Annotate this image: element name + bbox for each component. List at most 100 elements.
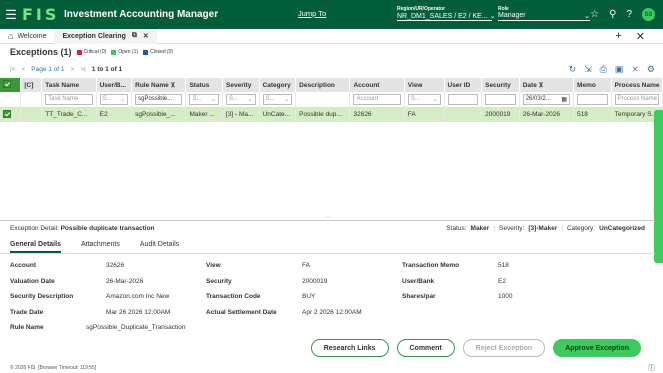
side-drawer-handle[interactable] xyxy=(654,110,663,263)
print-icon[interactable]: ⎙ xyxy=(600,64,607,75)
date-filter[interactable]: 26/03/2... ▦ xyxy=(522,93,571,105)
cell-task-name: TT_Trade_C... xyxy=(41,107,97,122)
jump-to-link[interactable]: Jump To xyxy=(298,9,326,18)
help-icon[interactable]: ? xyxy=(626,9,632,20)
memo-filter[interactable] xyxy=(577,93,608,105)
col-user-bank[interactable]: User/B... xyxy=(96,78,133,92)
col-user-id[interactable]: User ID xyxy=(444,78,483,92)
col-process-name[interactable]: Process Name xyxy=(611,78,663,92)
exceptions-header: Exceptions (1) Critical (0) Open (1) Clo… xyxy=(10,47,173,57)
col-rule-name[interactable]: Rule Name ⊻ xyxy=(131,78,187,92)
status-filter[interactable]: S... ⌄ xyxy=(189,93,220,105)
tab-audit-details[interactable]: Audit Details xyxy=(140,241,179,253)
last-page-icon[interactable]: >| xyxy=(80,66,85,73)
select-all-header[interactable] xyxy=(0,78,22,92)
category-filter[interactable]: S... ⌄ xyxy=(262,93,293,105)
hamburger-menu-icon[interactable]: ☰ xyxy=(0,7,22,23)
copyright: © 2026 FIS xyxy=(10,365,36,371)
detail-fields: Account 32626 View FA Transaction Memo 5… xyxy=(10,262,513,332)
detail-label: Exception Detail: xyxy=(10,225,59,232)
rule-name-filter[interactable]: sgPossible... xyxy=(135,93,183,105)
col-date[interactable]: Date ⊻ xyxy=(519,78,575,92)
user-bank-value: E2 xyxy=(498,277,506,285)
tab-strip: ⌂ Welcome Exception Clearing ⧉ ✕ + ✕ xyxy=(0,28,663,44)
memo-value: 518 xyxy=(498,262,509,270)
research-links-button[interactable]: Research Links xyxy=(310,339,389,357)
comment-button[interactable]: Comment xyxy=(396,339,455,357)
region-selector[interactable]: Region/UR/Operator NR_DM1_SALES / E2 / K… xyxy=(397,6,495,21)
exceptions-title: Exceptions (1) xyxy=(10,47,72,57)
col-c[interactable]: [C] xyxy=(20,78,43,92)
col-status[interactable]: Status xyxy=(185,78,224,92)
col-account[interactable]: Account xyxy=(349,78,405,92)
cell-security: 2000019 xyxy=(481,107,520,122)
filter-icon: ⊻ xyxy=(170,82,176,89)
star-icon[interactable]: ☆ xyxy=(590,9,599,20)
tab-attachments[interactable]: Attachments xyxy=(81,241,120,253)
approve-exception-button[interactable]: Approve Exception xyxy=(553,339,641,357)
user-id-filter[interactable] xyxy=(447,93,479,105)
cell-rule-name: sgPossible_... xyxy=(131,107,187,122)
col-memo[interactable]: Memo xyxy=(573,78,612,92)
footer: © 2026 FIS [Browser Timeout: 119:55] xyxy=(10,365,96,371)
save-icon[interactable]: ▣ xyxy=(615,64,624,75)
top-bar: ☰ FIS Investment Accounting Manager Jump… xyxy=(0,0,663,29)
avatar[interactable]: SS xyxy=(642,8,655,21)
role-value: Manager xyxy=(498,12,526,19)
refresh-icon[interactable]: ↻ xyxy=(569,64,577,75)
security-description-value: Amazon.com Inc New xyxy=(106,293,170,301)
filter-icon: ⊻ xyxy=(538,82,544,89)
app-title: Investment Accounting Manager xyxy=(64,9,219,20)
task-name-filter[interactable]: Task Name xyxy=(45,93,93,105)
tab-general-details[interactable]: General Details xyxy=(10,241,61,253)
legend-open: Open (1) xyxy=(111,49,138,55)
severity-filter[interactable]: S... ⌄ xyxy=(226,93,256,105)
first-page-icon[interactable]: |< xyxy=(10,66,15,73)
close-tab-icon[interactable]: ✕ xyxy=(143,32,149,40)
view-filter[interactable]: S... ⌄ xyxy=(407,93,441,105)
table-row[interactable]: TT_Trade_C... E2 sgPossible_... Maker ..… xyxy=(0,107,663,122)
user-bank-filter[interactable]: S... ⌄ xyxy=(99,93,129,105)
security-filter[interactable] xyxy=(485,93,516,105)
col-view[interactable]: View xyxy=(404,78,445,92)
process-name-filter[interactable]: Process Name xyxy=(614,93,659,105)
detail-tabs: General Details Attachments Audit Detail… xyxy=(10,241,179,253)
col-category[interactable]: Category xyxy=(259,78,297,92)
chevron-down-icon: ⌄ xyxy=(584,13,590,20)
tab-exception-clearing-label: Exception Clearing xyxy=(62,32,126,40)
action-buttons: Research Links Comment Reject Exception … xyxy=(310,339,641,357)
cell-severity: [3] - Ma... xyxy=(222,107,260,122)
exception-detail-bar: Exception Detail: Possible duplicate tra… xyxy=(0,220,655,236)
role-selector[interactable]: Role Manager ⌄ xyxy=(498,6,590,21)
calendar-icon: ▦ xyxy=(561,96,568,103)
col-security[interactable]: Security xyxy=(481,78,520,92)
cell-account: 32626 xyxy=(349,107,405,122)
export-icon[interactable]: ⇲ xyxy=(584,64,592,75)
reject-exception-button[interactable]: Reject Exception xyxy=(462,339,546,357)
col-description[interactable]: Description xyxy=(295,78,351,92)
prev-page-icon[interactable]: < xyxy=(21,66,25,73)
settings-icon[interactable]: ⚙ xyxy=(647,64,655,75)
clear-filter-icon[interactable]: ⨯ xyxy=(631,64,639,75)
col-task-name[interactable]: Task Name xyxy=(41,78,97,92)
account-filter[interactable]: Account xyxy=(353,93,401,105)
popout-icon[interactable]: ⧉ xyxy=(132,32,137,40)
tab-welcome[interactable]: ⌂ Welcome xyxy=(0,29,54,44)
cell-date: 26-Mar-2026 xyxy=(519,107,575,122)
page-info: Page 1 of 1 xyxy=(31,66,65,73)
legend-closed: Closed (0) xyxy=(143,49,173,55)
tab-exception-clearing[interactable]: Exception Clearing ⧉ ✕ xyxy=(54,28,157,44)
close-all-icon[interactable]: ✕ xyxy=(636,30,645,43)
search-icon[interactable]: ⚲ xyxy=(609,9,616,20)
exceptions-grid: [C] Task Name User/B... Rule Name ⊻ Stat… xyxy=(0,78,663,122)
cell-category: UnCate... xyxy=(259,107,297,122)
transaction-code-value: BUY xyxy=(302,293,316,301)
pagination: |< < Page 1 of 1 > >| 1 to 1 of 1 xyxy=(10,66,122,73)
add-tab-icon[interactable]: + xyxy=(615,30,621,43)
next-page-icon[interactable]: > xyxy=(71,66,75,73)
cell-view: FA xyxy=(404,107,445,122)
col-severity[interactable]: Severity xyxy=(222,78,260,92)
valuation-date-value: 26-Mar-2026 xyxy=(106,277,144,285)
shares-par-value: 1000 xyxy=(498,293,513,301)
row-checkbox[interactable] xyxy=(0,107,22,122)
